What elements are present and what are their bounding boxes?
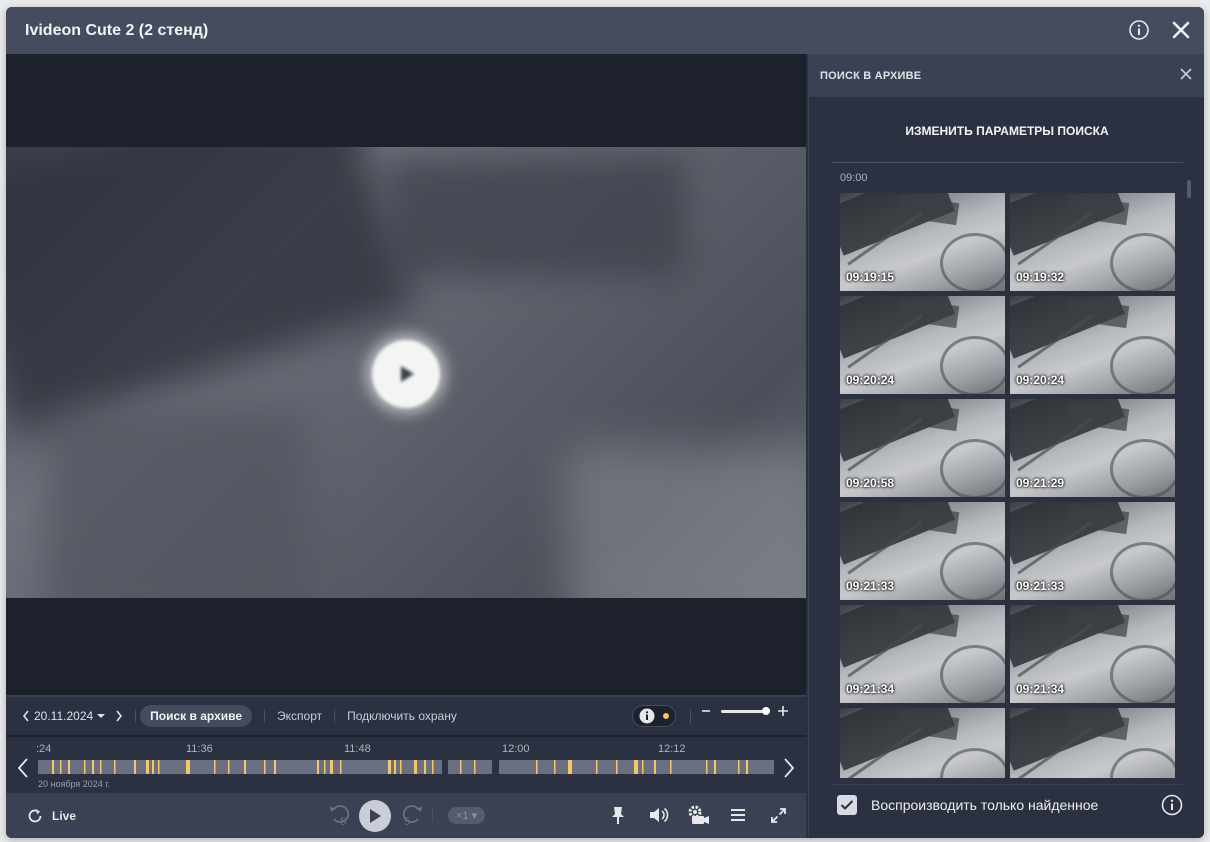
tick-label: 12:00 [502,743,530,755]
panel-close-icon[interactable] [1180,68,1192,83]
info-icon[interactable] [1128,19,1150,41]
tick-label: 11:48 [344,743,371,755]
result-time: 09:21:34 [1016,682,1065,696]
rewind-button[interactable]: 5 [328,802,352,831]
close-icon[interactable] [1172,21,1190,39]
zoom-out-icon [702,710,710,712]
play-only-found-checkbox[interactable] [837,794,857,815]
zoom-slider[interactable] [721,706,770,715]
window-title: Ivideon Cute 2 (2 стенд) [25,21,209,39]
result-time: 09:21:33 [1016,579,1065,593]
speed-selector[interactable]: ×1 ▾ [448,807,486,824]
fullscreen-icon[interactable] [770,807,787,827]
tab-export[interactable]: Экспорт [277,709,322,723]
play-icon [370,809,381,823]
tick-label: 12:12 [658,743,686,755]
hour-label: 09:00 [840,172,868,184]
tick-label: :24 [36,743,52,755]
live-label: Live [52,809,77,823]
results-grid: 09:19:15 09:19:32 09:20:24 09:20:24 09:2… [840,193,1176,778]
search-results: 09:00 09:19:15 09:19:32 09:20:24 09:20:2… [831,163,1183,778]
forward-button[interactable]: 5 [400,802,424,831]
help-info-icon[interactable] [1161,794,1183,821]
play-button[interactable] [359,800,391,832]
date-value: 20.11.2024 [34,709,94,723]
result-thumbnail[interactable]: 09:20:58 [840,399,1005,497]
result-time: 09:21:34 [846,682,895,696]
checkmark-icon [840,799,854,810]
events-info-toggle[interactable] [632,705,676,727]
refresh-icon [28,809,42,823]
timeline-date-caption: 20 ноября 2024 г. [38,779,110,789]
caret-down-icon [97,714,106,718]
result-thumbnail[interactable]: 09:21:33 [840,502,1005,600]
chevron-right-icon [116,710,123,722]
result-thumbnail[interactable]: 09:20:24 [840,296,1005,394]
result-time: 09:20:24 [1016,373,1065,387]
timeline-prev-icon [17,758,28,778]
pin-icon[interactable] [610,805,626,828]
result-thumbnail[interactable]: 09:19:32 [1010,193,1175,291]
results-scrollbar[interactable] [1187,180,1191,198]
date-picker[interactable]: 20.11.2024 [22,709,123,723]
result-time: 09:21:29 [1016,476,1065,490]
result-thumbnail[interactable]: 09:21:33 [1010,502,1175,600]
timeline-next-icon [784,758,795,778]
panel-title: ПОИСК В АРХИВЕ [820,69,922,82]
tab-arm-security[interactable]: Подключить охрану [347,709,457,723]
forward-5-icon: 5 [402,805,422,828]
result-thumbnail[interactable]: 09:20:24 [1010,296,1175,394]
volume-icon[interactable] [648,805,670,828]
zoom-in-icon [778,706,788,716]
tick-label: 11:36 [186,743,213,755]
chevron-left-icon [22,710,29,722]
tab-archive-search[interactable]: Поиск в архиве [140,705,253,727]
result-thumbnail[interactable]: 09:21:34 [1010,605,1175,703]
camera-settings-icon[interactable] [687,804,711,829]
svg-text:5: 5 [340,816,346,828]
title-bar: Ivideon Cute 2 (2 стенд) [6,7,1204,54]
timeline-track[interactable] [38,758,778,776]
archive-search-panel: ПОИСК В АРХИВЕ ИЗМЕНИТЬ ПАРАМЕТРЫ ПОИСКА… [808,54,1204,838]
live-button[interactable]: Live [26,807,76,825]
video-frame[interactable] [6,147,806,598]
panel-header: ПОИСК В АРХИВЕ [809,54,1204,97]
video-player: 20.11.2024 Поиск в архиве Экспорт Подклю… [6,54,806,838]
result-time: 09:21:33 [846,579,895,593]
timeline[interactable]: :24 11:36 11:48 12:00 12:12 20 ноября 20… [6,737,806,793]
timeline-zoom[interactable] [701,705,789,717]
play-overlay-button[interactable] [372,340,440,408]
result-time: 09:20:24 [846,373,895,387]
archive-controls: 20.11.2024 Поиск в архиве Экспорт Подклю… [6,695,806,735]
result-thumbnail[interactable] [840,708,1005,778]
result-time: 09:19:32 [1016,270,1065,284]
result-thumbnail[interactable]: 09:21:29 [1010,399,1175,497]
result-thumbnail[interactable] [1010,708,1175,778]
result-thumbnail[interactable]: 09:21:34 [840,605,1005,703]
svg-text:5: 5 [404,816,410,828]
play-only-found-label: Воспроизводить только найденное [871,796,1099,813]
panel-footer: Воспроизводить только найденное [831,784,1183,824]
change-search-params-button[interactable]: ИЗМЕНИТЬ ПАРАМЕТРЫ ПОИСКА [809,124,1204,138]
result-time: 09:20:58 [846,476,895,490]
playback-bar: Live 5 5 ×1 ▾ [6,793,806,838]
result-thumbnail[interactable]: 09:19:15 [840,193,1005,291]
event-dot-icon [663,713,669,719]
camera-window: Ivideon Cute 2 (2 стенд) 20.11.2024 Поис… [6,7,1204,838]
rewind-5-icon: 5 [330,805,350,828]
info-filled-icon [639,708,655,724]
menu-icon[interactable] [729,807,747,826]
timeline-ticks: :24 11:36 11:48 12:00 12:12 [36,743,776,757]
result-time: 09:19:15 [846,270,895,284]
